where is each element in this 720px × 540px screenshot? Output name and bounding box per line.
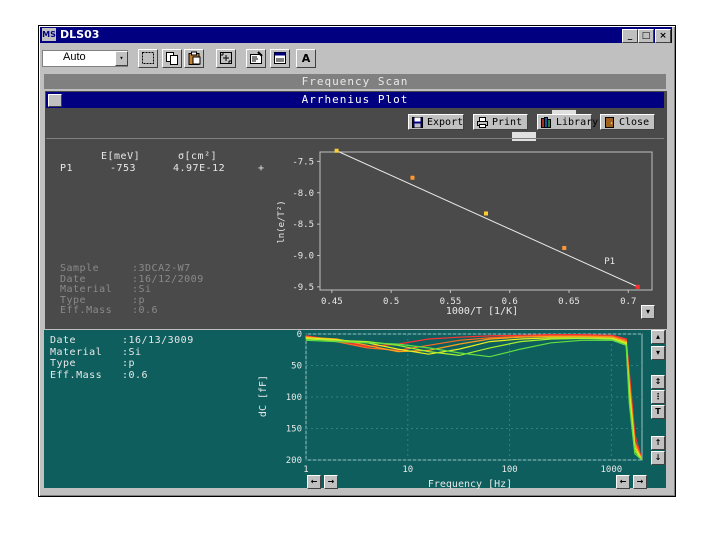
- floppy-icon: [412, 117, 423, 128]
- spectrum-y-tick-label: 200: [286, 456, 302, 466]
- export-label: Export: [427, 117, 464, 128]
- lower-sample-info: Date:16/13/3009 Material:Si Type:p Eff.M…: [50, 335, 194, 381]
- dialog-divider: [46, 138, 664, 139]
- peak-sigma: 4.97E-12: [173, 163, 226, 174]
- zoom-fit-button[interactable]: [216, 49, 236, 68]
- arrhenius-point: [484, 211, 488, 216]
- spectrum-y-tick-label: 0: [297, 330, 302, 340]
- x-zoom-left[interactable]: ←: [616, 475, 630, 489]
- energy-header: E[meV]: [101, 151, 141, 162]
- spectrum-x-tick-label: 1: [303, 465, 308, 475]
- spectrum-scroll-down[interactable]: ▾: [651, 346, 665, 360]
- library-drag-marker: [512, 132, 536, 141]
- properties-button[interactable]: [246, 49, 266, 68]
- arrhenius-y-tick-label: -9.0: [292, 252, 314, 262]
- maximize-button[interactable]: □: [638, 29, 654, 43]
- effmass-row: Eff.Mass:0.6: [60, 305, 159, 316]
- select-tool-button[interactable]: [138, 49, 158, 68]
- arrhenius-plot-area: [319, 151, 653, 291]
- properties-icon: [250, 51, 263, 64]
- close-window-button[interactable]: ×: [655, 29, 671, 43]
- arrhenius-point: [635, 284, 640, 289]
- spectrum-chart[interactable]: 1 10 100 1000 0 50 100 150 200 dC [fF] Frequency…: [250, 330, 650, 490]
- arrhenius-scroll-down[interactable]: ▾: [641, 305, 655, 319]
- zoom-fit-icon: [220, 52, 232, 64]
- spectrum-x-tick-label: 100: [501, 465, 517, 475]
- paste-button[interactable]: [184, 49, 204, 68]
- lower-material-row: Material:Si: [50, 346, 142, 358]
- close-dialog-button[interactable]: Close: [600, 114, 655, 130]
- arrhenius-y-label: ln(e/T²): [277, 200, 287, 243]
- marquee-icon: [142, 52, 154, 64]
- clipboard-icon: [188, 51, 201, 65]
- export-button[interactable]: Export: [408, 114, 464, 130]
- arrhenius-title: Arrhenius Plot: [46, 92, 664, 108]
- sample-info: Sample:3DCA2-W7 Date:16/12/2009 Material…: [60, 263, 204, 317]
- arrhenius-y-tick-label: -9.5: [292, 283, 314, 293]
- series-label-p1: P1: [604, 257, 615, 267]
- arrhenius-point: [562, 245, 567, 250]
- arrhenius-point: [410, 175, 415, 180]
- spectrum-y-label: dC [fF]: [258, 375, 269, 417]
- lower-effmass-row: Eff.Mass:0.6: [50, 369, 149, 381]
- x-scroll-left[interactable]: ←: [307, 475, 321, 489]
- lower-date-row: Date:16/13/3009: [50, 335, 194, 346]
- minimize-button[interactable]: _: [622, 29, 638, 43]
- y-up-button[interactable]: ↑: [651, 436, 665, 450]
- library-focus-marker: [552, 110, 576, 114]
- layout-button[interactable]: [270, 49, 290, 68]
- text-tool-button[interactable]: A: [296, 49, 316, 68]
- arrhenius-x-tick-label: 0.45: [321, 297, 343, 307]
- range-combo-value: Auto: [63, 51, 86, 63]
- spectrum-scroll-up[interactable]: ▴: [651, 330, 665, 344]
- lower-type-row: Type:p: [50, 358, 136, 369]
- sigma-header: σ[cm²]: [178, 151, 218, 162]
- arrhenius-y-tick-label: -8.0: [292, 189, 314, 199]
- door-icon: [605, 117, 614, 128]
- arrhenius-x-tick-label: 0.5: [383, 297, 399, 307]
- arrhenius-y-tick-label: -8.5: [292, 220, 314, 230]
- printer-icon: [477, 117, 488, 128]
- copy-button[interactable]: [162, 49, 182, 68]
- frequency-scan-title: Frequency Scan: [44, 74, 666, 89]
- arrhenius-point: [334, 148, 339, 153]
- chevron-down-icon[interactable]: ▾: [115, 51, 128, 66]
- print-button[interactable]: Print: [473, 114, 528, 130]
- copy-icon: [166, 52, 178, 65]
- y-expand-button[interactable]: ↕: [651, 375, 665, 389]
- arrhenius-chart[interactable]: 0.45 0.5 0.55 0.6 0.65 0.7-7.5-8.0-8.5-9.0-9.…: [270, 142, 662, 322]
- spectrum-y-tick-label: 50: [291, 362, 302, 372]
- arrhenius-y-tick-label: -7.5: [292, 157, 314, 167]
- x-scroll-right[interactable]: →: [324, 475, 338, 489]
- books-icon: [541, 117, 551, 128]
- window-title: DLS03: [60, 28, 100, 41]
- spectrum-x-tick-label: 1000: [601, 465, 623, 475]
- spectrum-x-tick-label: 10: [402, 465, 413, 475]
- peak-energy: -753: [110, 163, 137, 174]
- peak-marker: +: [258, 163, 265, 174]
- spectrum-y-tick-label: 150: [286, 425, 302, 435]
- close-label: Close: [619, 117, 650, 128]
- y-top-button[interactable]: T: [651, 405, 665, 419]
- arrhenius-x-tick-label: 0.65: [558, 297, 580, 307]
- layout-icon: [274, 52, 286, 64]
- arrhenius-x-label: 1000/T [1/K]: [446, 306, 518, 317]
- library-button[interactable]: Library: [537, 114, 598, 130]
- spectrum-x-label: Frequency [Hz]: [428, 479, 512, 490]
- arrhenius-x-tick-label: 0.7: [620, 297, 636, 307]
- peak-label: P1: [60, 163, 74, 174]
- y-fit-button[interactable]: ⋮: [651, 390, 665, 404]
- window-title-bar[interactable]: [40, 27, 672, 43]
- y-down-button[interactable]: ↓: [651, 451, 665, 465]
- library-label: Library: [556, 117, 599, 128]
- app-icon[interactable]: MS: [42, 28, 56, 41]
- print-label: Print: [492, 117, 523, 128]
- dialog-system-menu[interactable]: [48, 94, 62, 107]
- x-zoom-right[interactable]: →: [633, 475, 647, 489]
- main-toolbar: [40, 46, 672, 70]
- spectrum-y-tick-label: 100: [286, 393, 302, 403]
